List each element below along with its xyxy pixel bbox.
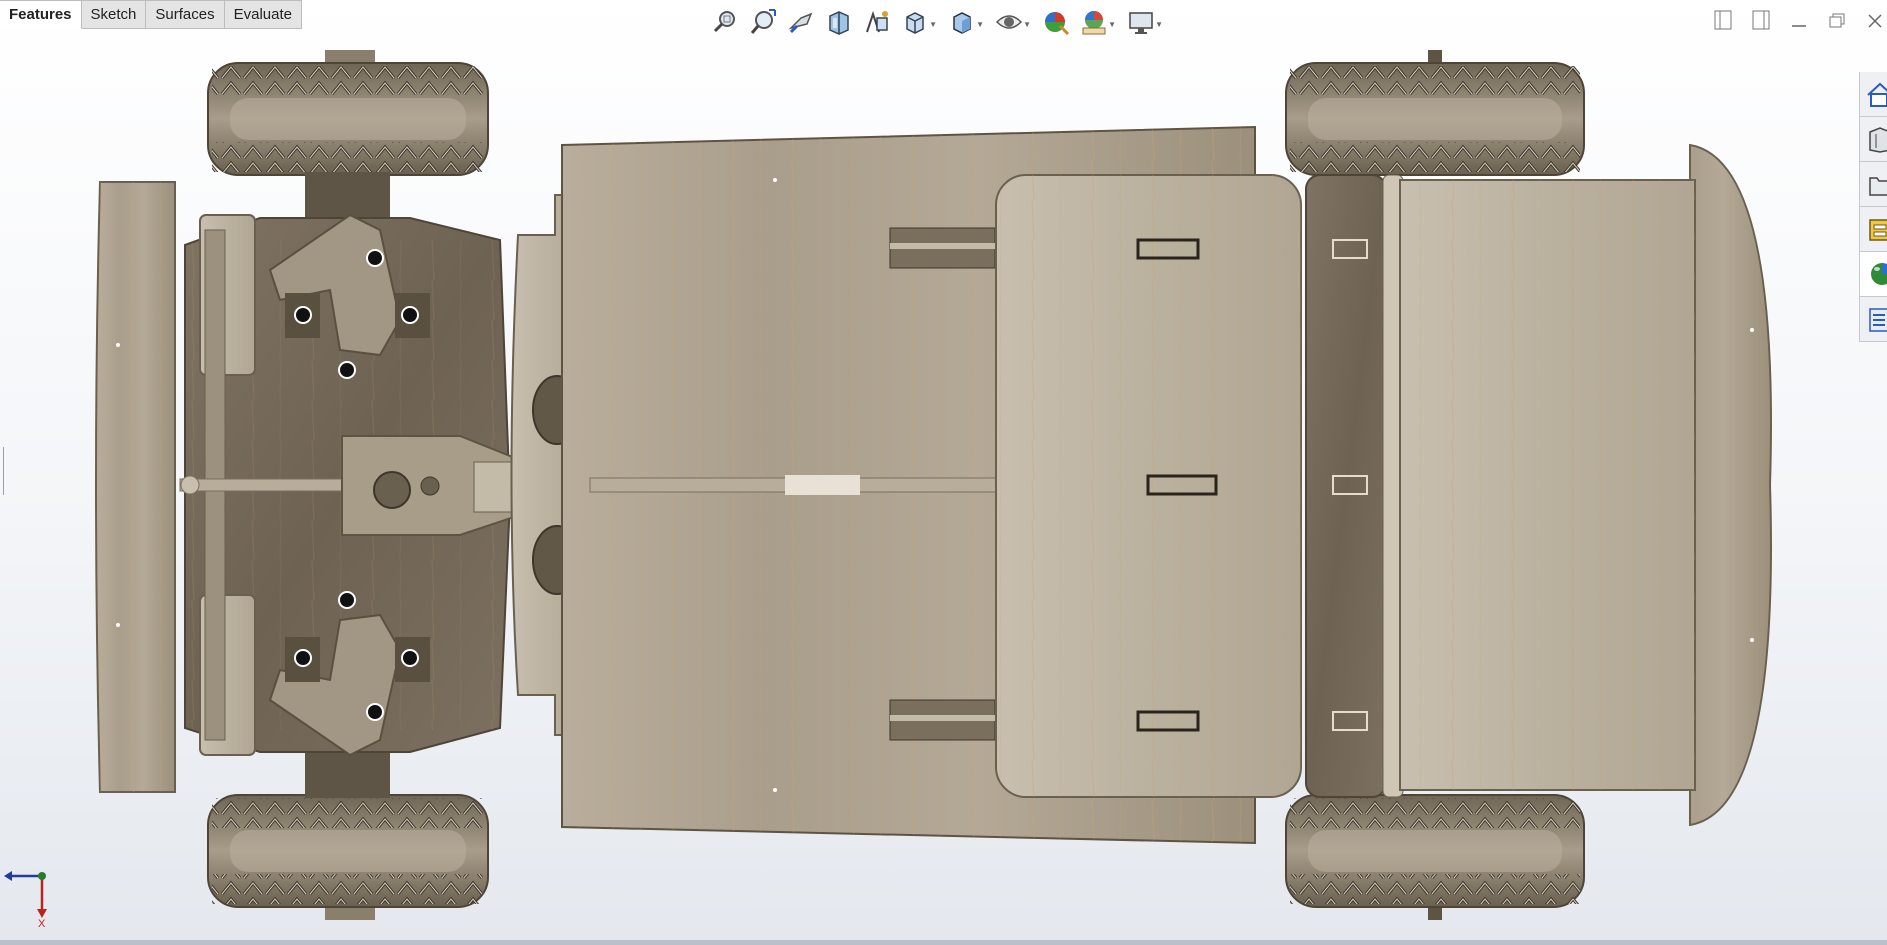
zoom-to-fit-button[interactable] xyxy=(708,6,741,38)
chevron-down-icon: ▼ xyxy=(1108,20,1116,29)
apply-scene-icon xyxy=(1082,11,1105,35)
section-view-button[interactable] xyxy=(822,6,855,38)
tile-left-button[interactable] xyxy=(1711,8,1735,32)
task-pane-home-tab[interactable] xyxy=(1860,72,1887,117)
tab-sketch[interactable]: Sketch xyxy=(81,0,147,29)
edit-appearance-icon xyxy=(1044,12,1069,36)
zoom-to-area-icon xyxy=(750,9,776,34)
view-settings-icon xyxy=(1128,12,1153,34)
task-pane-view-palette-tab[interactable] xyxy=(1860,207,1887,252)
display-style-icon xyxy=(952,12,971,34)
close-button[interactable] xyxy=(1863,8,1887,32)
edit-appearance-button[interactable] xyxy=(1039,6,1072,38)
custom-properties-icon xyxy=(1869,308,1887,332)
chevron-down-icon: ▼ xyxy=(1023,20,1031,29)
triad-axis-label: X xyxy=(38,918,46,928)
tab-evaluate[interactable]: Evaluate xyxy=(224,0,302,29)
tile-left-icon xyxy=(1714,10,1732,30)
front-right-wheel xyxy=(207,794,489,920)
chevron-down-icon: ▼ xyxy=(976,20,984,29)
design-library-icon xyxy=(1869,127,1887,153)
tile-right-icon xyxy=(1752,10,1770,30)
dynamic-annotation-icon xyxy=(865,10,888,33)
restore-icon xyxy=(1829,13,1845,28)
file-explorer-icon xyxy=(1869,177,1887,196)
minimize-button[interactable] xyxy=(1787,8,1811,32)
chevron-down-icon: ▼ xyxy=(929,20,937,29)
view-orientation-button[interactable]: ▼ xyxy=(898,6,937,38)
dynamic-annotation-button[interactable] xyxy=(860,6,893,38)
home-icon xyxy=(1867,82,1887,107)
hide-show-items-button[interactable]: ▼ xyxy=(992,6,1031,38)
front-left-wheel xyxy=(207,50,489,176)
hide-show-items-icon xyxy=(995,15,1022,29)
task-pane-file-explorer-tab[interactable] xyxy=(1860,162,1887,207)
task-pane-appearances-tab[interactable] xyxy=(1860,252,1887,297)
view-orientation-icon xyxy=(905,12,924,34)
rear-right-wheel xyxy=(1285,794,1585,920)
reference-triad: X xyxy=(4,871,47,928)
tab-features[interactable]: Features xyxy=(0,0,82,29)
previous-view-button[interactable] xyxy=(784,6,817,38)
status-border xyxy=(0,940,1887,945)
section-view-icon xyxy=(828,11,849,35)
tile-right-button[interactable] xyxy=(1749,8,1773,32)
task-pane-design-library-tab[interactable] xyxy=(1860,117,1887,162)
chevron-down-icon: ▼ xyxy=(1155,20,1163,29)
rear-left-wheel xyxy=(1285,50,1585,176)
task-pane-tabs xyxy=(1859,72,1887,342)
minimize-icon xyxy=(1792,25,1806,27)
zoom-to-area-button[interactable] xyxy=(746,6,779,38)
view-settings-button[interactable]: ▼ xyxy=(1124,6,1163,38)
tab-surfaces[interactable]: Surfaces xyxy=(146,0,225,29)
view-palette-icon xyxy=(1869,219,1887,241)
appearances-icon xyxy=(1871,263,1887,285)
graphics-area[interactable] xyxy=(0,40,1887,940)
display-style-button[interactable]: ▼ xyxy=(945,6,984,38)
front-bumper-grain xyxy=(100,182,175,792)
apply-scene-button[interactable]: ▼ xyxy=(1077,6,1116,38)
previous-view-icon xyxy=(788,12,812,34)
rear-axle-frame xyxy=(1305,174,1387,798)
restore-button[interactable] xyxy=(1825,8,1849,32)
close-icon xyxy=(1868,14,1882,28)
command-manager-tabs: Features Sketch Surfaces Evaluate xyxy=(0,0,302,29)
window-controls xyxy=(1711,8,1887,32)
heads-up-view-toolbar: ▼ ▼ ▼ ▼ ▼ xyxy=(708,4,1166,40)
task-pane-custom-properties-tab[interactable] xyxy=(1860,297,1887,342)
zoom-to-fit-icon xyxy=(713,11,735,33)
